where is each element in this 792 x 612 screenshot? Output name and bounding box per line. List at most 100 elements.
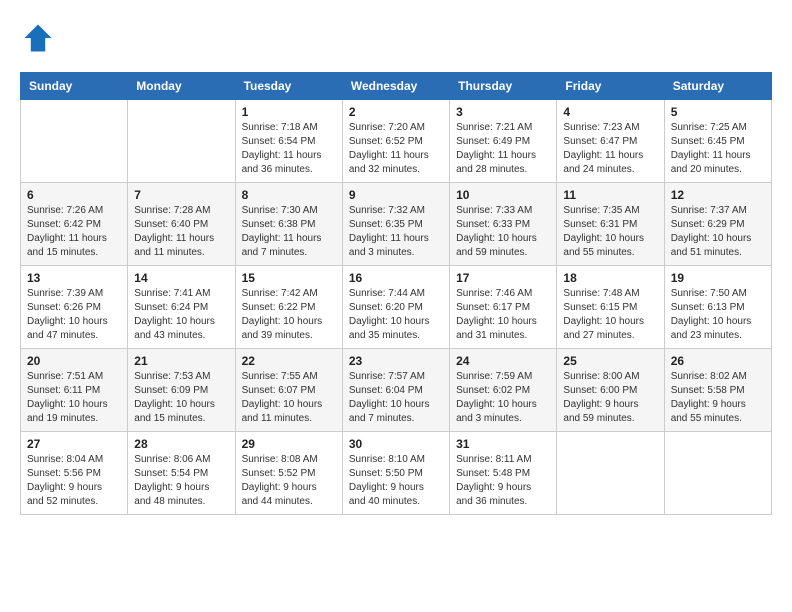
day-number: 18 bbox=[563, 271, 657, 285]
day-number: 26 bbox=[671, 354, 765, 368]
day-number: 4 bbox=[563, 105, 657, 119]
day-header-monday: Monday bbox=[128, 73, 235, 100]
calendar-cell bbox=[128, 100, 235, 183]
calendar-cell: 2Sunrise: 7:20 AM Sunset: 6:52 PM Daylig… bbox=[342, 100, 449, 183]
day-detail: Sunrise: 7:37 AM Sunset: 6:29 PM Dayligh… bbox=[671, 204, 765, 260]
day-detail: Sunrise: 8:11 AM Sunset: 5:48 PM Dayligh… bbox=[456, 453, 550, 509]
calendar-cell: 18 Sunrise: 7:48 AM Sunset: 6:15 PM Dayli… bbox=[557, 266, 664, 349]
calendar-cell: 13 Sunrise: 7:39 AM Sunset: 6:26 PM Dayli… bbox=[21, 266, 128, 349]
calendar-cell: 22 Sunrise: 7:55 AM Sunset: 6:07 PM Dayli… bbox=[235, 349, 342, 432]
day-detail: Sunrise: 7:59 AM Sunset: 6:02 PM Dayligh… bbox=[456, 370, 550, 426]
calendar-cell: 19Sunrise: 7:50 AM Sunset: 6:13 PM Dayli… bbox=[664, 266, 771, 349]
day-number: 3 bbox=[456, 105, 550, 119]
week-row-1: 1 Sunrise: 7:18 AM Sunset: 6:54 PM Daylig… bbox=[21, 100, 772, 183]
day-number: 27 bbox=[27, 437, 121, 451]
calendar-cell bbox=[664, 432, 771, 515]
page-header bbox=[20, 20, 772, 56]
day-number: 5 bbox=[671, 105, 765, 119]
day-number: 15 bbox=[242, 271, 336, 285]
day-detail: Sunrise: 7:33 AM Sunset: 6:33 PM Dayligh… bbox=[456, 204, 550, 260]
day-detail: Sunrise: 7:46 AM Sunset: 6:17 PM Dayligh… bbox=[456, 287, 550, 343]
day-number: 29 bbox=[242, 437, 336, 451]
day-detail: Sunrise: 8:10 AM Sunset: 5:50 PM Dayligh… bbox=[349, 453, 443, 509]
day-number: 19 bbox=[671, 271, 765, 285]
day-number: 31 bbox=[456, 437, 550, 451]
day-number: 11 bbox=[563, 188, 657, 202]
calendar-cell: 7 Sunrise: 7:28 AM Sunset: 6:40 PM Daylig… bbox=[128, 183, 235, 266]
day-header-friday: Friday bbox=[557, 73, 664, 100]
header-row: SundayMondayTuesdayWednesdayThursdayFrid… bbox=[21, 73, 772, 100]
day-detail: Sunrise: 7:32 AM Sunset: 6:35 PM Dayligh… bbox=[349, 204, 443, 260]
calendar-cell: 8 Sunrise: 7:30 AM Sunset: 6:38 PM Daylig… bbox=[235, 183, 342, 266]
calendar-cell: 16 Sunrise: 7:44 AM Sunset: 6:20 PM Dayli… bbox=[342, 266, 449, 349]
day-header-saturday: Saturday bbox=[664, 73, 771, 100]
calendar-cell: 4 Sunrise: 7:23 AM Sunset: 6:47 PM Daylig… bbox=[557, 100, 664, 183]
day-number: 23 bbox=[349, 354, 443, 368]
calendar-cell: 26 Sunrise: 8:02 AM Sunset: 5:58 PM Dayli… bbox=[664, 349, 771, 432]
calendar-cell: 15Sunrise: 7:42 AM Sunset: 6:22 PM Dayli… bbox=[235, 266, 342, 349]
day-header-thursday: Thursday bbox=[450, 73, 557, 100]
day-detail: Sunrise: 7:20 AM Sunset: 6:52 PM Dayligh… bbox=[349, 121, 443, 177]
week-row-2: 6Sunrise: 7:26 AM Sunset: 6:42 PM Daylig… bbox=[21, 183, 772, 266]
calendar-cell: 6Sunrise: 7:26 AM Sunset: 6:42 PM Daylig… bbox=[21, 183, 128, 266]
calendar-cell: 24 Sunrise: 7:59 AM Sunset: 6:02 PM Dayli… bbox=[450, 349, 557, 432]
day-detail: Sunrise: 8:04 AM Sunset: 5:56 PM Dayligh… bbox=[27, 453, 121, 509]
logo-icon bbox=[20, 20, 56, 56]
calendar-cell: 5 Sunrise: 7:25 AM Sunset: 6:45 PM Daylig… bbox=[664, 100, 771, 183]
day-number: 30 bbox=[349, 437, 443, 451]
calendar-cell: 27 Sunrise: 8:04 AM Sunset: 5:56 PM Dayli… bbox=[21, 432, 128, 515]
day-detail: Sunrise: 7:18 AM Sunset: 6:54 PM Dayligh… bbox=[242, 121, 336, 177]
day-number: 12 bbox=[671, 188, 765, 202]
calendar-cell: 3 Sunrise: 7:21 AM Sunset: 6:49 PM Daylig… bbox=[450, 100, 557, 183]
day-detail: Sunrise: 7:28 AM Sunset: 6:40 PM Dayligh… bbox=[134, 204, 228, 260]
day-detail: Sunrise: 8:00 AM Sunset: 6:00 PM Dayligh… bbox=[563, 370, 657, 426]
day-detail: Sunrise: 8:08 AM Sunset: 5:52 PM Dayligh… bbox=[242, 453, 336, 509]
day-number: 22 bbox=[242, 354, 336, 368]
calendar-cell: 31 Sunrise: 8:11 AM Sunset: 5:48 PM Dayli… bbox=[450, 432, 557, 515]
day-detail: Sunrise: 7:53 AM Sunset: 6:09 PM Dayligh… bbox=[134, 370, 228, 426]
day-detail: Sunrise: 7:30 AM Sunset: 6:38 PM Dayligh… bbox=[242, 204, 336, 260]
day-number: 28 bbox=[134, 437, 228, 451]
day-detail: Sunrise: 7:51 AM Sunset: 6:11 PM Dayligh… bbox=[27, 370, 121, 426]
day-detail: Sunrise: 7:39 AM Sunset: 6:26 PM Dayligh… bbox=[27, 287, 121, 343]
calendar-cell: 11Sunrise: 7:35 AM Sunset: 6:31 PM Dayli… bbox=[557, 183, 664, 266]
day-number: 25 bbox=[563, 354, 657, 368]
day-detail: Sunrise: 7:23 AM Sunset: 6:47 PM Dayligh… bbox=[563, 121, 657, 177]
day-header-wednesday: Wednesday bbox=[342, 73, 449, 100]
day-number: 17 bbox=[456, 271, 550, 285]
calendar-cell: 30 Sunrise: 8:10 AM Sunset: 5:50 PM Dayli… bbox=[342, 432, 449, 515]
day-number: 16 bbox=[349, 271, 443, 285]
calendar-cell: 12 Sunrise: 7:37 AM Sunset: 6:29 PM Dayli… bbox=[664, 183, 771, 266]
week-row-3: 13 Sunrise: 7:39 AM Sunset: 6:26 PM Dayli… bbox=[21, 266, 772, 349]
week-row-5: 27 Sunrise: 8:04 AM Sunset: 5:56 PM Dayli… bbox=[21, 432, 772, 515]
day-number: 8 bbox=[242, 188, 336, 202]
calendar-cell: 20Sunrise: 7:51 AM Sunset: 6:11 PM Dayli… bbox=[21, 349, 128, 432]
day-number: 1 bbox=[242, 105, 336, 119]
day-detail: Sunrise: 7:25 AM Sunset: 6:45 PM Dayligh… bbox=[671, 121, 765, 177]
calendar-cell: 9 Sunrise: 7:32 AM Sunset: 6:35 PM Daylig… bbox=[342, 183, 449, 266]
day-detail: Sunrise: 7:55 AM Sunset: 6:07 PM Dayligh… bbox=[242, 370, 336, 426]
calendar-table: SundayMondayTuesdayWednesdayThursdayFrid… bbox=[20, 72, 772, 515]
day-number: 21 bbox=[134, 354, 228, 368]
calendar-cell: 28Sunrise: 8:06 AM Sunset: 5:54 PM Dayli… bbox=[128, 432, 235, 515]
day-number: 24 bbox=[456, 354, 550, 368]
day-detail: Sunrise: 8:02 AM Sunset: 5:58 PM Dayligh… bbox=[671, 370, 765, 426]
day-number: 6 bbox=[27, 188, 121, 202]
day-detail: Sunrise: 7:44 AM Sunset: 6:20 PM Dayligh… bbox=[349, 287, 443, 343]
day-number: 13 bbox=[27, 271, 121, 285]
calendar-cell: 14Sunrise: 7:41 AM Sunset: 6:24 PM Dayli… bbox=[128, 266, 235, 349]
day-detail: Sunrise: 7:48 AM Sunset: 6:15 PM Dayligh… bbox=[563, 287, 657, 343]
day-number: 14 bbox=[134, 271, 228, 285]
calendar-cell: 29 Sunrise: 8:08 AM Sunset: 5:52 PM Dayli… bbox=[235, 432, 342, 515]
day-number: 9 bbox=[349, 188, 443, 202]
day-detail: Sunrise: 7:57 AM Sunset: 6:04 PM Dayligh… bbox=[349, 370, 443, 426]
calendar-cell: 17 Sunrise: 7:46 AM Sunset: 6:17 PM Dayli… bbox=[450, 266, 557, 349]
calendar-cell bbox=[21, 100, 128, 183]
calendar-cell: 25 Sunrise: 8:00 AM Sunset: 6:00 PM Dayli… bbox=[557, 349, 664, 432]
calendar-cell: 21 Sunrise: 7:53 AM Sunset: 6:09 PM Dayli… bbox=[128, 349, 235, 432]
calendar-cell: 23 Sunrise: 7:57 AM Sunset: 6:04 PM Dayli… bbox=[342, 349, 449, 432]
day-number: 7 bbox=[134, 188, 228, 202]
day-number: 10 bbox=[456, 188, 550, 202]
calendar-cell: 1 Sunrise: 7:18 AM Sunset: 6:54 PM Daylig… bbox=[235, 100, 342, 183]
day-detail: Sunrise: 7:21 AM Sunset: 6:49 PM Dayligh… bbox=[456, 121, 550, 177]
